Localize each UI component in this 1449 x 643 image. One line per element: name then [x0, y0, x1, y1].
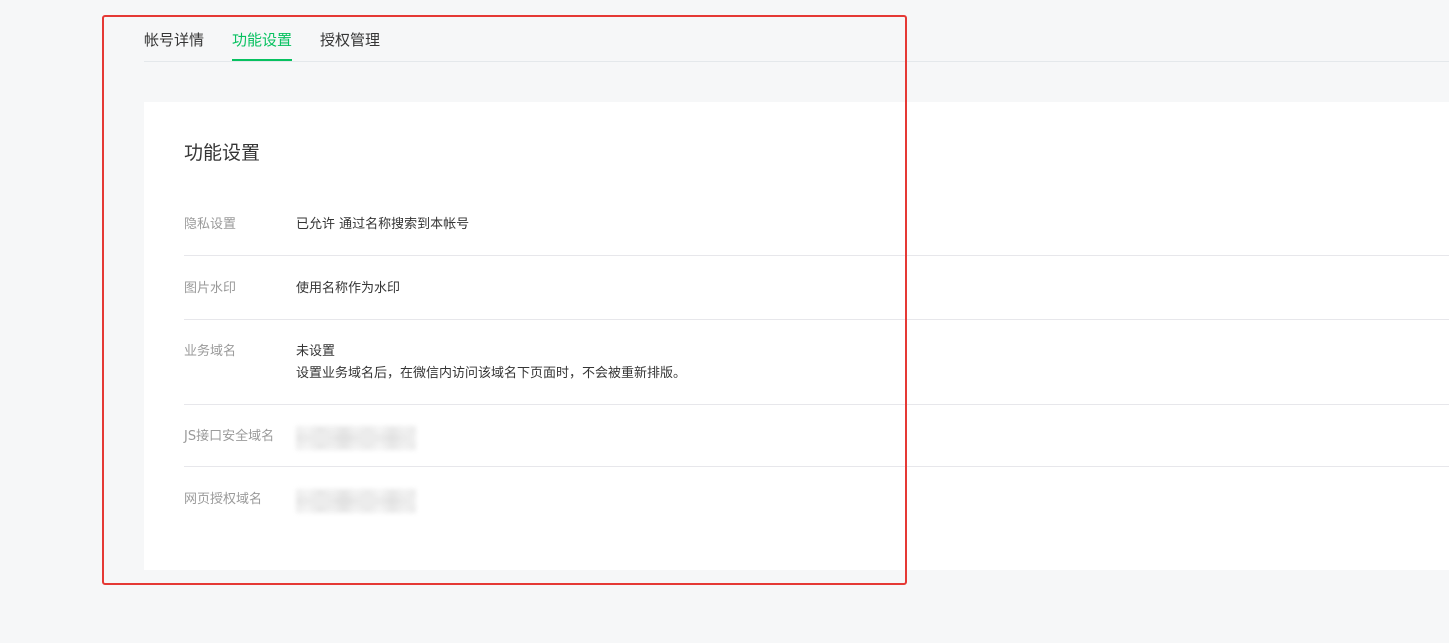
- business-domain-description: 设置业务域名后，在微信内访问该域名下页面时，不会被重新排版。: [296, 366, 687, 381]
- row-label-watermark: 图片水印: [184, 281, 237, 296]
- redacted-value-js-safe-domain: [296, 426, 416, 450]
- feature-settings-card: 功能设置 隐私设置 已允许 通过名称搜索到本帐号 图片水印 使用名称作为水印 业…: [144, 102, 1449, 570]
- tab-bar: 帐号详情 功能设置 授权管理: [144, 0, 1449, 62]
- row-value-privacy: 已允许 通过名称搜索到本帐号: [296, 217, 470, 232]
- settings-row-js-safe-domain: JS接口安全域名: [184, 404, 1449, 467]
- settings-row-watermark: 图片水印 使用名称作为水印: [184, 256, 1449, 320]
- tab-authorization-management[interactable]: 授权管理: [320, 30, 380, 50]
- row-value-business-domain: 未设置 设置业务域名后，在微信内访问该域名下页面时，不会被重新排版。: [296, 341, 686, 385]
- settings-row-business-domain: 业务域名 未设置 设置业务域名后，在微信内访问该域名下页面时，不会被重新排版。: [184, 319, 1449, 405]
- settings-page: 帐号详情 功能设置 授权管理 功能设置 隐私设置 已允许 通过名称搜索到本帐号 …: [0, 0, 1449, 643]
- settings-row-privacy: 隐私设置 已允许 通过名称搜索到本帐号: [184, 192, 1449, 256]
- settings-row-web-auth-domain: 网页授权域名: [184, 467, 1449, 531]
- tab-account-details[interactable]: 帐号详情: [144, 30, 204, 50]
- business-domain-status: 未设置: [296, 344, 336, 359]
- redacted-value-web-auth-domain: [296, 489, 416, 513]
- tab-feature-settings[interactable]: 功能设置: [232, 30, 293, 61]
- card-title: 功能设置: [184, 142, 261, 164]
- row-label-web-auth-domain: 网页授权域名: [184, 492, 263, 507]
- row-value-watermark: 使用名称作为水印: [296, 281, 401, 296]
- row-label-js-safe-domain: JS接口安全域名: [184, 429, 275, 444]
- row-label-privacy: 隐私设置: [184, 217, 237, 232]
- row-label-business-domain: 业务域名: [184, 344, 237, 359]
